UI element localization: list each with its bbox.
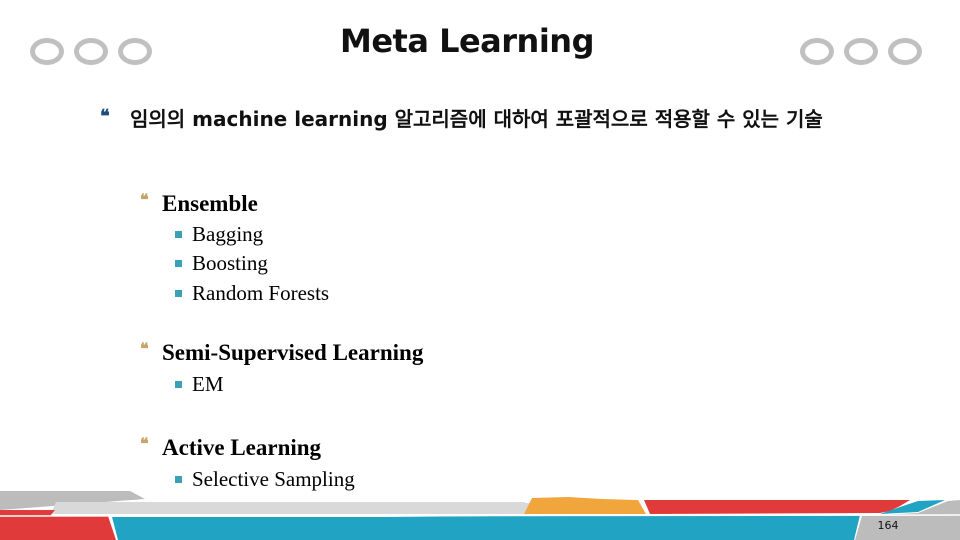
list-item-text: Bagging <box>192 222 264 246</box>
band-light-gray <box>50 502 525 516</box>
square-bullet-icon <box>175 475 182 483</box>
list-item-text: Boosting <box>192 251 268 275</box>
slide: Meta Learning ❝ 임의의 machine learning 알고리… <box>0 0 960 540</box>
list-item-text: EM <box>192 372 224 396</box>
quote-bullet-icon: ❝ <box>140 434 149 453</box>
section-heading-semi-supervised: ❝ Semi-Supervised Learning <box>140 339 423 367</box>
quote-bullet-icon: ❝ <box>100 106 110 127</box>
square-bullet-icon <box>175 289 182 297</box>
slide-title: Meta Learning <box>340 22 594 60</box>
square-bullet-icon <box>175 380 182 388</box>
band-red-left <box>0 510 116 540</box>
list-item-text: Random Forests <box>192 281 330 305</box>
band-gray-left <box>0 491 145 510</box>
band-red-right <box>644 500 910 514</box>
band-orange <box>524 497 646 514</box>
section-heading: Active Learning <box>162 435 322 460</box>
page-number: 164 <box>877 519 899 532</box>
section-heading-ensemble: ❝ Ensemble <box>140 190 258 218</box>
list-item-text: Selective Sampling <box>192 467 355 491</box>
list-item: Bagging <box>175 221 263 247</box>
band-divider <box>0 514 960 517</box>
list-item: Boosting <box>175 250 268 276</box>
square-bullet-icon <box>175 230 182 238</box>
list-item: EM <box>175 371 224 397</box>
band-light-gray-2 <box>525 503 545 514</box>
section-heading-active-learning: ❝ Active Learning <box>140 434 321 462</box>
quote-bullet-icon: ❝ <box>140 339 149 358</box>
section-heading: Semi-Supervised Learning <box>162 340 424 365</box>
intro-text: 임의의 machine learning 알고리즘에 대하여 포괄적으로 적용할… <box>130 107 823 131</box>
list-item: Selective Sampling <box>175 466 355 492</box>
intro-bullet: ❝ 임의의 machine learning 알고리즘에 대하여 포괄적으로 적… <box>100 104 860 134</box>
quote-bullet-icon: ❝ <box>140 190 149 209</box>
square-bullet-icon <box>175 259 182 267</box>
section-heading: Ensemble <box>162 191 258 216</box>
list-item: Random Forests <box>175 280 329 306</box>
band-teal-main <box>112 515 860 540</box>
band-teal-small <box>880 500 945 514</box>
